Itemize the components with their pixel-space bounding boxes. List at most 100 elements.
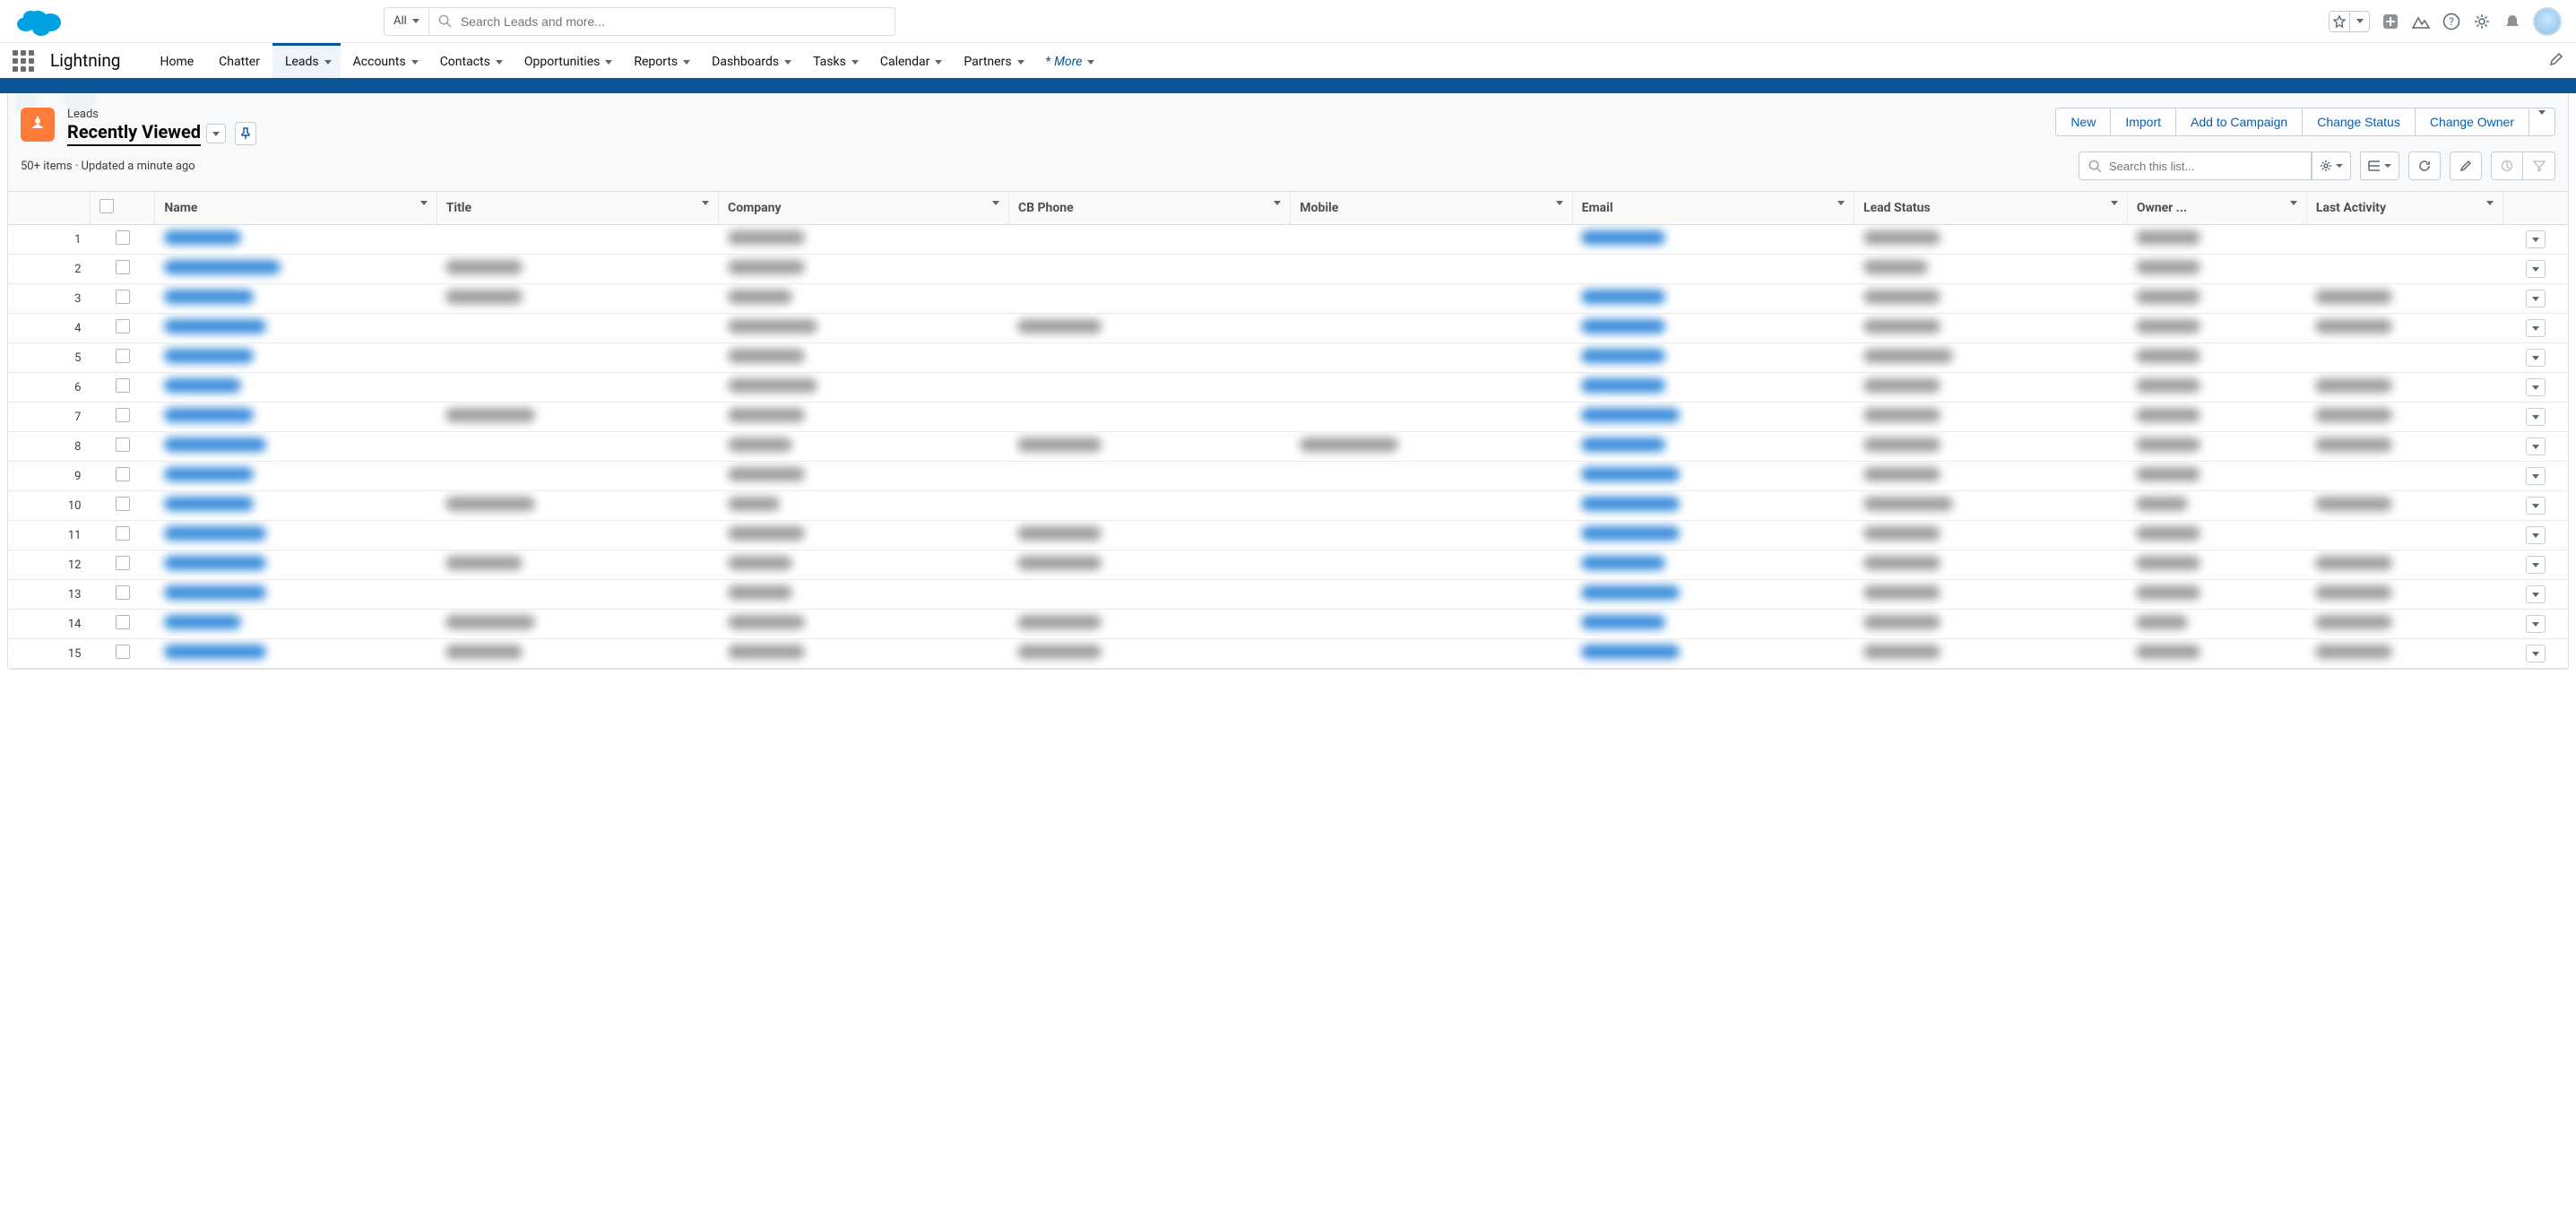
- change-owner-button[interactable]: Change Owner: [2416, 108, 2529, 136]
- cell-name[interactable]: [155, 491, 437, 521]
- select-all-checkbox[interactable]: [99, 199, 114, 213]
- nav-item-calendar[interactable]: Calendar: [868, 43, 952, 78]
- nav-item-dashboards[interactable]: Dashboards: [699, 43, 800, 78]
- row-checkbox[interactable]: [116, 556, 130, 570]
- inline-edit-button[interactable]: [2450, 152, 2482, 180]
- list-search-input[interactable]: [2109, 160, 2302, 173]
- nav-item-home[interactable]: Home: [147, 43, 206, 78]
- display-as-button[interactable]: [2360, 152, 2399, 180]
- nav-item-leads[interactable]: Leads: [272, 43, 341, 78]
- nav-item-chatter[interactable]: Chatter: [206, 43, 272, 78]
- row-checkbox[interactable]: [116, 645, 130, 659]
- import-button[interactable]: Import: [2111, 108, 2176, 136]
- column-header-lead-status[interactable]: Lead Status: [1854, 192, 2128, 225]
- nav-item-opportunities[interactable]: Opportunities: [512, 43, 622, 78]
- cell-name[interactable]: [155, 255, 437, 284]
- row-actions-button[interactable]: [2526, 556, 2546, 574]
- row-actions-button[interactable]: [2526, 585, 2546, 603]
- row-actions-button[interactable]: [2526, 526, 2546, 544]
- cell-email[interactable]: [1572, 610, 1854, 639]
- change-status-button[interactable]: Change Status: [2303, 108, 2416, 136]
- cell-name[interactable]: [155, 343, 437, 373]
- new-button[interactable]: New: [2055, 108, 2111, 136]
- cell-name[interactable]: [155, 521, 437, 550]
- row-checkbox[interactable]: [116, 408, 130, 422]
- column-header-mobile[interactable]: Mobile: [1291, 192, 1572, 225]
- cell-email[interactable]: [1572, 403, 1854, 432]
- row-checkbox[interactable]: [116, 526, 130, 541]
- nav-more[interactable]: * More: [1033, 43, 1104, 78]
- cell-email[interactable]: [1572, 462, 1854, 491]
- row-actions-button[interactable]: [2526, 408, 2546, 426]
- nav-item-tasks[interactable]: Tasks: [800, 43, 868, 78]
- row-checkbox[interactable]: [116, 230, 130, 245]
- cell-name[interactable]: [155, 550, 437, 580]
- row-actions-button[interactable]: [2526, 290, 2546, 307]
- row-actions-button[interactable]: [2526, 378, 2546, 396]
- add-to-campaign-button[interactable]: Add to Campaign: [2176, 108, 2303, 136]
- row-actions-button[interactable]: [2526, 467, 2546, 485]
- row-actions-button[interactable]: [2526, 615, 2546, 633]
- cell-name[interactable]: [155, 462, 437, 491]
- cell-email[interactable]: [1572, 521, 1854, 550]
- setup-button[interactable]: [2472, 12, 2492, 31]
- cell-name[interactable]: [155, 284, 437, 314]
- row-actions-button[interactable]: [2526, 349, 2546, 367]
- nav-item-partners[interactable]: Partners: [951, 43, 1033, 78]
- search-scope-dropdown[interactable]: All: [384, 7, 429, 36]
- cell-name[interactable]: [155, 225, 437, 255]
- cell-name[interactable]: [155, 373, 437, 403]
- column-header-cb-phone[interactable]: CB Phone: [1008, 192, 1290, 225]
- row-checkbox[interactable]: [116, 585, 130, 600]
- notifications-button[interactable]: [2503, 12, 2522, 31]
- chart-button[interactable]: [2491, 152, 2523, 180]
- column-header-company[interactable]: Company: [719, 192, 1009, 225]
- help-button[interactable]: ?: [2442, 12, 2461, 31]
- cell-email[interactable]: [1572, 580, 1854, 610]
- refresh-button[interactable]: [2408, 152, 2441, 180]
- column-header-title[interactable]: Title: [437, 192, 718, 225]
- nav-item-accounts[interactable]: Accounts: [341, 43, 428, 78]
- list-view-picker[interactable]: [206, 124, 226, 143]
- column-header-name[interactable]: Name: [155, 192, 437, 225]
- cell-name[interactable]: [155, 314, 437, 343]
- row-checkbox[interactable]: [116, 437, 130, 452]
- row-checkbox[interactable]: [116, 260, 130, 274]
- cell-email[interactable]: [1572, 284, 1854, 314]
- cell-email[interactable]: [1572, 432, 1854, 462]
- list-view-name[interactable]: Recently Viewed: [67, 121, 201, 146]
- cell-email[interactable]: [1572, 255, 1854, 284]
- column-header-owner[interactable]: Owner ...: [2127, 192, 2306, 225]
- cell-email[interactable]: [1572, 550, 1854, 580]
- edit-nav-button[interactable]: [2549, 52, 2563, 70]
- cell-email[interactable]: [1572, 225, 1854, 255]
- cell-email[interactable]: [1572, 343, 1854, 373]
- global-actions-button[interactable]: [2381, 12, 2400, 31]
- cell-email[interactable]: [1572, 314, 1854, 343]
- global-search[interactable]: [429, 7, 895, 36]
- cell-name[interactable]: [155, 432, 437, 462]
- row-checkbox[interactable]: [116, 378, 130, 393]
- row-actions-button[interactable]: [2526, 319, 2546, 337]
- cell-name[interactable]: [155, 639, 437, 669]
- row-checkbox[interactable]: [116, 467, 130, 481]
- row-checkbox[interactable]: [116, 497, 130, 511]
- global-search-input[interactable]: [461, 14, 886, 29]
- nav-item-reports[interactable]: Reports: [621, 43, 699, 78]
- avatar[interactable]: [2533, 7, 2562, 36]
- list-view-controls-button[interactable]: [2312, 152, 2351, 180]
- pin-list-button[interactable]: [235, 122, 256, 145]
- cell-email[interactable]: [1572, 491, 1854, 521]
- row-actions-button[interactable]: [2526, 645, 2546, 662]
- favorites-group[interactable]: [2329, 11, 2370, 32]
- row-checkbox[interactable]: [116, 349, 130, 363]
- filter-button[interactable]: [2523, 152, 2555, 180]
- row-actions-button[interactable]: [2526, 437, 2546, 455]
- row-checkbox[interactable]: [116, 319, 130, 333]
- row-actions-button[interactable]: [2526, 230, 2546, 248]
- cell-email[interactable]: [1572, 639, 1854, 669]
- cell-name[interactable]: [155, 403, 437, 432]
- column-header-email[interactable]: Email: [1572, 192, 1854, 225]
- cell-name[interactable]: [155, 610, 437, 639]
- more-actions-button[interactable]: [2529, 108, 2555, 136]
